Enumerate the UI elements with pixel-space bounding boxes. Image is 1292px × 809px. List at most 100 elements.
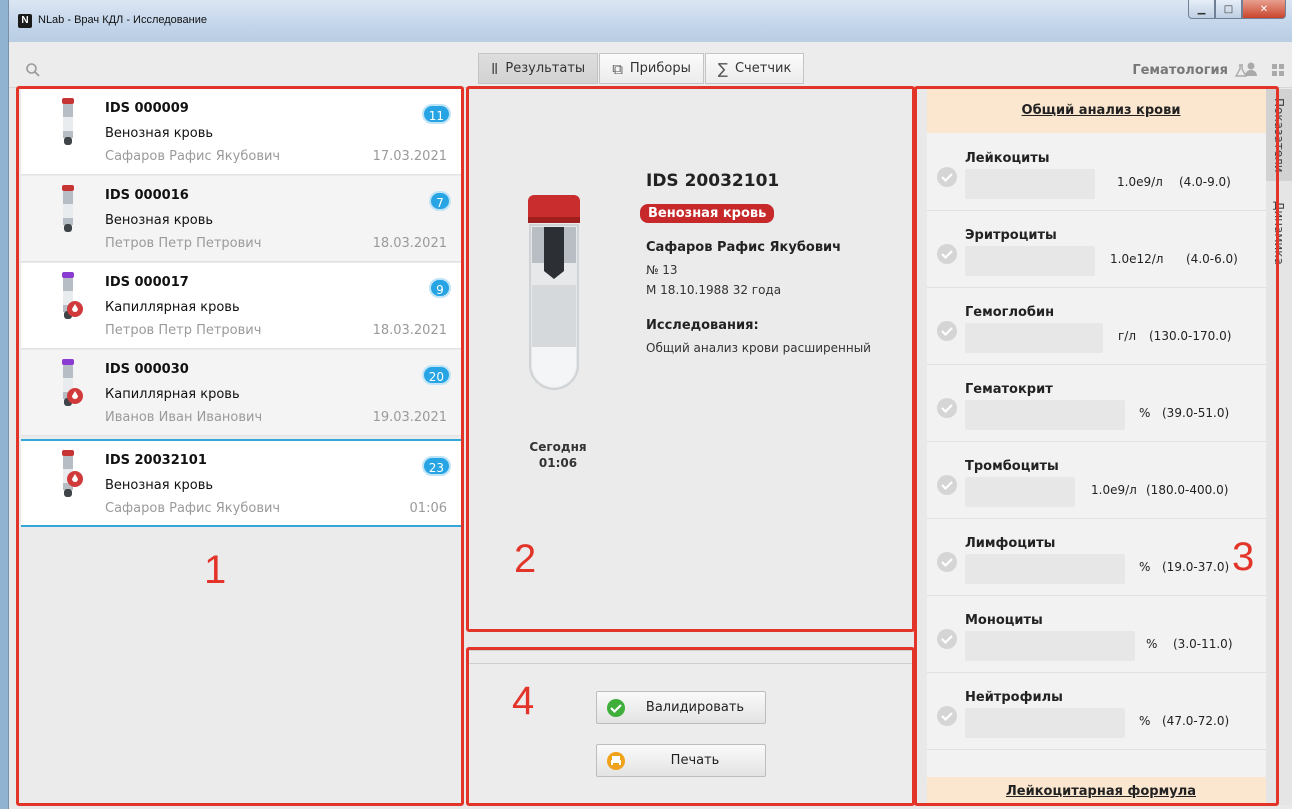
detail-number: № 13 [646, 263, 678, 277]
patient-name: Сафаров Рафис Якубович [105, 149, 281, 164]
param-name: Нейтрофилы [965, 690, 1063, 705]
detail-patient-name: Сафаров Рафис Якубович [646, 240, 842, 255]
side-tab-indicators[interactable]: Показатели [1266, 89, 1292, 181]
param-row: Нейтрофилы % (47.0-72.0) [927, 674, 1275, 750]
minimize-button[interactable]: ▁ [1188, 0, 1215, 19]
sample-tube-image [528, 195, 580, 390]
param-range: (47.0-72.0) [1162, 714, 1230, 728]
check-circle-icon[interactable] [936, 551, 958, 573]
test-tube-icon [62, 98, 74, 145]
patient-name: Петров Петр Петрович [105, 236, 262, 251]
param-value-input[interactable] [965, 477, 1075, 507]
param-row: Гемоглобин г/л (130.0-170.0) [927, 289, 1275, 365]
user-icon[interactable] [1244, 61, 1258, 77]
window-controls: ▁ □ ✕ [1188, 0, 1286, 19]
param-value-input[interactable] [965, 554, 1125, 584]
maximize-icon: □ [1223, 3, 1234, 15]
test-tube-icon [62, 272, 83, 319]
param-value-input[interactable] [965, 246, 1095, 276]
samples-list: IDS 000009 Венозная кровь Сафаров Рафис … [21, 89, 461, 805]
param-name: Тромбоциты [965, 459, 1059, 474]
param-range: (19.0-37.0) [1162, 560, 1230, 574]
sample-type: Венозная кровь [105, 213, 214, 228]
sample-type: Капиллярная кровь [105, 387, 240, 402]
count-badge: 7 [429, 191, 451, 211]
param-value-input[interactable] [965, 708, 1125, 738]
param-range: (4.0-9.0) [1179, 175, 1231, 189]
sample-type-badge: Венозная кровь [640, 204, 775, 223]
check-circle-icon[interactable] [936, 628, 958, 650]
side-tab-dynamics[interactable]: Динамика [1266, 193, 1292, 273]
param-row: Гематокрит % (39.0-51.0) [927, 366, 1275, 442]
list-item[interactable]: IDS 000009 Венозная кровь Сафаров Рафис … [21, 89, 461, 175]
department-label: Гематология [1132, 63, 1228, 78]
section-header-cbc[interactable]: Общий анализ крови [927, 89, 1275, 133]
studies-value: Общий анализ крови расширенный [646, 341, 871, 355]
tab-counter-label: Счетчик [734, 61, 792, 76]
close-icon: ✕ [1259, 3, 1269, 15]
param-range: (4.0-6.0) [1186, 252, 1238, 266]
patient-name: Сафаров Рафис Якубович [105, 501, 281, 516]
sample-type: Венозная кровь [105, 478, 214, 493]
department-selector[interactable]: Гематология [1132, 63, 1248, 78]
annotation-number-1: 1 [204, 548, 227, 592]
param-value-input[interactable] [965, 169, 1095, 199]
param-row: Лейкоциты 1.0e9/л (4.0-9.0) [927, 135, 1275, 211]
window-title: NLab - Врач КДЛ - Исследование [38, 14, 207, 26]
tab-results-label: Результаты [505, 61, 586, 76]
count-badge: 23 [421, 456, 451, 476]
sample-day: Сегодня [529, 440, 587, 454]
list-item[interactable]: IDS 000016 Венозная кровь Петров Петр Пе… [21, 176, 461, 262]
detail-sample-id: IDS 20032101 [646, 171, 780, 191]
param-unit: 1.0e9/л [1091, 483, 1137, 497]
list-item[interactable]: IDS 000030 Капиллярная кровь Иванов Иван… [21, 350, 461, 436]
print-button[interactable]: Печать [596, 744, 766, 777]
validate-label: Валидировать [645, 700, 745, 715]
sample-type: Капиллярная кровь [105, 300, 240, 315]
check-circle-icon[interactable] [936, 166, 958, 188]
check-circle-icon[interactable] [936, 243, 958, 265]
section-header-leukocyte-formula[interactable]: Лейкоцитарная формула [927, 777, 1275, 805]
count-badge: 20 [421, 365, 451, 385]
param-row: Моноциты % (3.0-11.0) [927, 597, 1275, 673]
app-window: N NLab - Врач КДЛ - Исследование ▁ □ ✕ Ⅱ… [8, 0, 1292, 809]
actions-panel: Валидировать Печать [468, 650, 914, 805]
sample-id: IDS 20032101 [105, 453, 207, 468]
check-circle-icon[interactable] [936, 474, 958, 496]
validate-button[interactable]: Валидировать [596, 691, 766, 724]
sample-date: 19.03.2021 [372, 410, 447, 425]
windows-icon: ⧉ [612, 59, 623, 78]
param-unit: % [1139, 714, 1151, 728]
param-row: Тромбоциты 1.0e9/л (180.0-400.0) [927, 443, 1275, 519]
check-circle-icon[interactable] [936, 397, 958, 419]
check-circle-icon[interactable] [936, 320, 958, 342]
search-icon[interactable] [25, 62, 41, 78]
detail-birth-info: М 18.10.1988 32 года [646, 283, 782, 297]
sample-date: 01:06 [409, 501, 447, 516]
tab-devices[interactable]: ⧉ Приборы [599, 53, 704, 84]
param-value-input[interactable] [965, 631, 1135, 661]
param-value-input[interactable] [965, 323, 1103, 353]
sample-id: IDS 000016 [105, 188, 189, 203]
tab-results[interactable]: Ⅱ Результаты [478, 53, 599, 84]
check-circle-icon[interactable] [936, 705, 958, 727]
param-name: Эритроциты [965, 228, 1057, 243]
tab-counter[interactable]: ∑ Счетчик [704, 53, 805, 84]
close-button[interactable]: ✕ [1242, 0, 1286, 19]
test-tube-icon: Ⅱ [491, 59, 499, 78]
sample-date: 17.03.2021 [372, 149, 447, 164]
app-logo: N [18, 14, 32, 28]
apps-grid-icon[interactable] [1272, 64, 1284, 76]
param-name: Лейкоциты [965, 151, 1050, 166]
list-item-selected[interactable]: IDS 20032101 Венозная кровь Сафаров Рафи… [21, 439, 461, 527]
list-item[interactable]: IDS 000017 Капиллярная кровь Петров Петр… [21, 263, 461, 349]
side-tabs: Показатели Динамика [1266, 89, 1292, 805]
sample-date: 18.03.2021 [372, 323, 447, 338]
sample-id: IDS 000030 [105, 362, 189, 377]
minimize-icon: ▁ [1197, 3, 1206, 15]
param-value-input[interactable] [965, 400, 1125, 430]
maximize-button[interactable]: □ [1215, 0, 1242, 19]
param-range: (130.0-170.0) [1149, 329, 1232, 343]
annotation-number-2: 2 [514, 537, 537, 581]
param-unit: г/л [1118, 329, 1137, 343]
